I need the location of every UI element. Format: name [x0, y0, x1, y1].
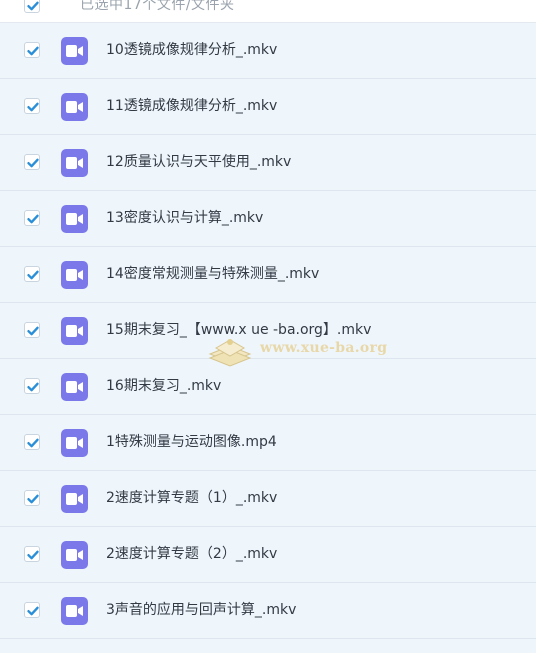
file-name[interactable]: 2速度计算专题（1）_.mkv — [106, 488, 277, 508]
file-checkbox[interactable] — [24, 546, 40, 562]
checkmark-icon — [27, 214, 39, 224]
file-checkbox[interactable] — [24, 266, 40, 282]
checkmark-icon — [27, 46, 39, 56]
video-file-icon — [61, 93, 88, 121]
video-file-icon — [61, 205, 88, 233]
video-file-icon — [61, 485, 88, 513]
file-row[interactable]: 12质量认识与天平使用_.mkv — [0, 135, 536, 191]
video-file-icon — [61, 541, 88, 569]
file-name[interactable]: 15期末复习_【www.x ue -ba.org】.mkv — [106, 320, 371, 340]
file-name[interactable]: 1特殊测量与运动图像.mp4 — [106, 432, 277, 452]
file-row[interactable]: 1特殊测量与运动图像.mp4 — [0, 415, 536, 471]
file-name[interactable]: 16期末复习_.mkv — [106, 376, 221, 396]
file-checkbox[interactable] — [24, 490, 40, 506]
file-row[interactable]: 15期末复习_【www.x ue -ba.org】.mkv — [0, 303, 536, 359]
checkmark-icon — [27, 382, 39, 392]
file-checkbox[interactable] — [24, 434, 40, 450]
file-list: 10透镜成像规律分析_.mkv 11透镜成像规律分析_.mkv 12质量认识与天平使… — [0, 23, 536, 639]
video-file-icon — [61, 373, 88, 401]
file-row[interactable]: 2速度计算专题（1）_.mkv — [0, 471, 536, 527]
file-row[interactable]: 16期末复习_.mkv — [0, 359, 536, 415]
video-file-icon — [61, 429, 88, 457]
video-file-icon — [61, 261, 88, 289]
checkmark-icon — [27, 438, 39, 448]
file-name[interactable]: 2速度计算专题（2）_.mkv — [106, 544, 277, 564]
file-name[interactable]: 11透镜成像规律分析_.mkv — [106, 96, 277, 116]
video-file-icon — [61, 149, 88, 177]
file-row[interactable]: 10透镜成像规律分析_.mkv — [0, 23, 536, 79]
checkmark-icon — [27, 158, 39, 168]
file-name[interactable]: 14密度常规测量与特殊测量_.mkv — [106, 264, 319, 284]
checkmark-icon — [27, 102, 39, 112]
file-row[interactable]: 13密度认识与计算_.mkv — [0, 191, 536, 247]
video-file-icon — [61, 37, 88, 65]
file-checkbox[interactable] — [24, 210, 40, 226]
select-all-checkbox[interactable] — [24, 0, 40, 13]
file-checkbox[interactable] — [24, 322, 40, 338]
file-checkbox[interactable] — [24, 98, 40, 114]
checkmark-icon — [27, 606, 39, 616]
video-file-icon — [61, 597, 88, 625]
checkmark-icon — [27, 550, 39, 560]
file-name[interactable]: 13密度认识与计算_.mkv — [106, 208, 263, 228]
file-row[interactable]: 14密度常规测量与特殊测量_.mkv — [0, 247, 536, 303]
selection-count-label: 已选中17个文件/文件夹 — [80, 0, 235, 13]
file-name[interactable]: 12质量认识与天平使用_.mkv — [106, 152, 291, 172]
file-name[interactable]: 10透镜成像规律分析_.mkv — [106, 40, 277, 60]
video-file-icon — [61, 317, 88, 345]
file-row[interactable]: 11透镜成像规律分析_.mkv — [0, 79, 536, 135]
file-name[interactable]: 3声音的应用与回声计算_.mkv — [106, 600, 296, 620]
file-checkbox[interactable] — [24, 602, 40, 618]
checkmark-icon — [27, 326, 39, 336]
selection-header: 已选中17个文件/文件夹 — [0, 0, 536, 23]
checkmark-icon — [27, 1, 39, 11]
file-checkbox[interactable] — [24, 42, 40, 58]
file-row[interactable]: 2速度计算专题（2）_.mkv — [0, 527, 536, 583]
file-checkbox[interactable] — [24, 378, 40, 394]
checkmark-icon — [27, 270, 39, 280]
file-checkbox[interactable] — [24, 154, 40, 170]
checkmark-icon — [27, 494, 39, 504]
file-row[interactable]: 3声音的应用与回声计算_.mkv — [0, 583, 536, 639]
